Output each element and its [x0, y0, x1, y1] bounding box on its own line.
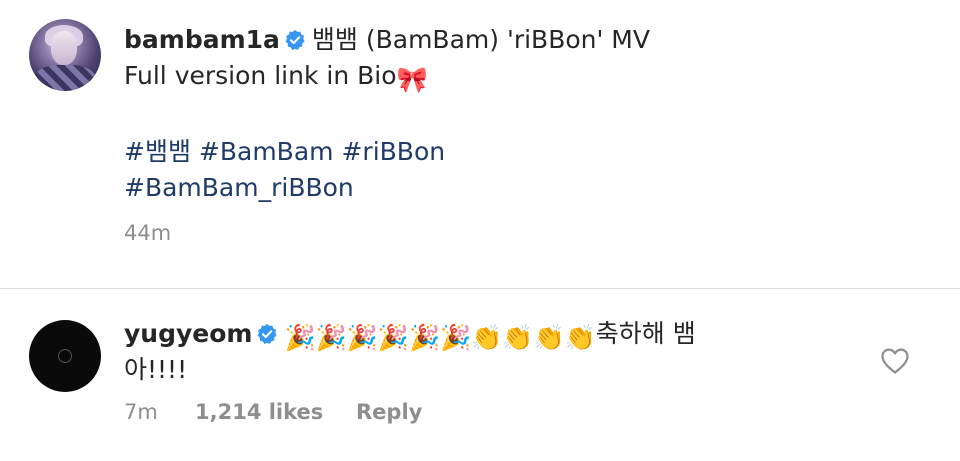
- caption-title: 뱀뱀 (BamBam) 'riBBon' MV: [311, 25, 650, 54]
- hashtag-ribbon[interactable]: #riBBon: [341, 137, 445, 166]
- comment-text-1: 축하해 뱀: [595, 319, 696, 348]
- post-caption: bambam1a 뱀뱀 (BamBam) 'riBBon' MV Full ve…: [0, 0, 960, 282]
- comment-line-2: 아!!!!: [124, 352, 187, 388]
- celebration-emojis: 🎉🎉🎉🎉🎉🎉👏👏👏👏: [284, 323, 596, 352]
- hashtags-line-1: #뱀뱀 #BamBam #riBBon: [124, 134, 445, 170]
- avatar-emblem: [58, 349, 72, 363]
- caption-text: Full version link in Bio: [124, 61, 397, 90]
- comment-username[interactable]: yugyeom: [124, 319, 252, 348]
- post-author-avatar[interactable]: [29, 19, 101, 91]
- comment-line-1: yugyeom 🎉🎉🎉🎉🎉🎉👏👏👏👏축하해 뱀: [124, 316, 696, 356]
- comment-author-avatar[interactable]: [29, 320, 101, 392]
- verified-badge-icon: [258, 323, 278, 344]
- post-username[interactable]: bambam1a: [124, 25, 280, 54]
- post-timestamp: 44m: [124, 221, 172, 245]
- hashtag-bambam-ribbon[interactable]: #BamBam_riBBon: [124, 173, 354, 202]
- comment-likes[interactable]: 1,214 likes: [195, 400, 323, 424]
- ribbon-emoji: 🎀: [396, 65, 428, 94]
- heart-outline-icon[interactable]: [880, 347, 910, 375]
- likes-count[interactable]: 1,214 likes: [195, 400, 323, 424]
- hashtag-bambam-korean[interactable]: #뱀뱀: [124, 137, 191, 166]
- caption-line-2: Full version link in Bio🎀: [124, 58, 428, 98]
- hashtags-line-2: #BamBam_riBBon: [124, 170, 354, 206]
- comment-timestamp: 7m: [124, 400, 158, 424]
- caption-line-1: bambam1a 뱀뱀 (BamBam) 'riBBon' MV: [124, 22, 650, 58]
- avatar-face: [51, 31, 77, 65]
- avatar-shirt: [35, 65, 95, 91]
- reply-button[interactable]: Reply: [356, 400, 422, 424]
- divider: [0, 288, 960, 289]
- hashtag-bambam[interactable]: #BamBam: [199, 137, 334, 166]
- comment-text-2: 아!!!!: [124, 355, 188, 384]
- verified-badge-icon: [285, 29, 305, 50]
- reply-label[interactable]: Reply: [356, 400, 422, 424]
